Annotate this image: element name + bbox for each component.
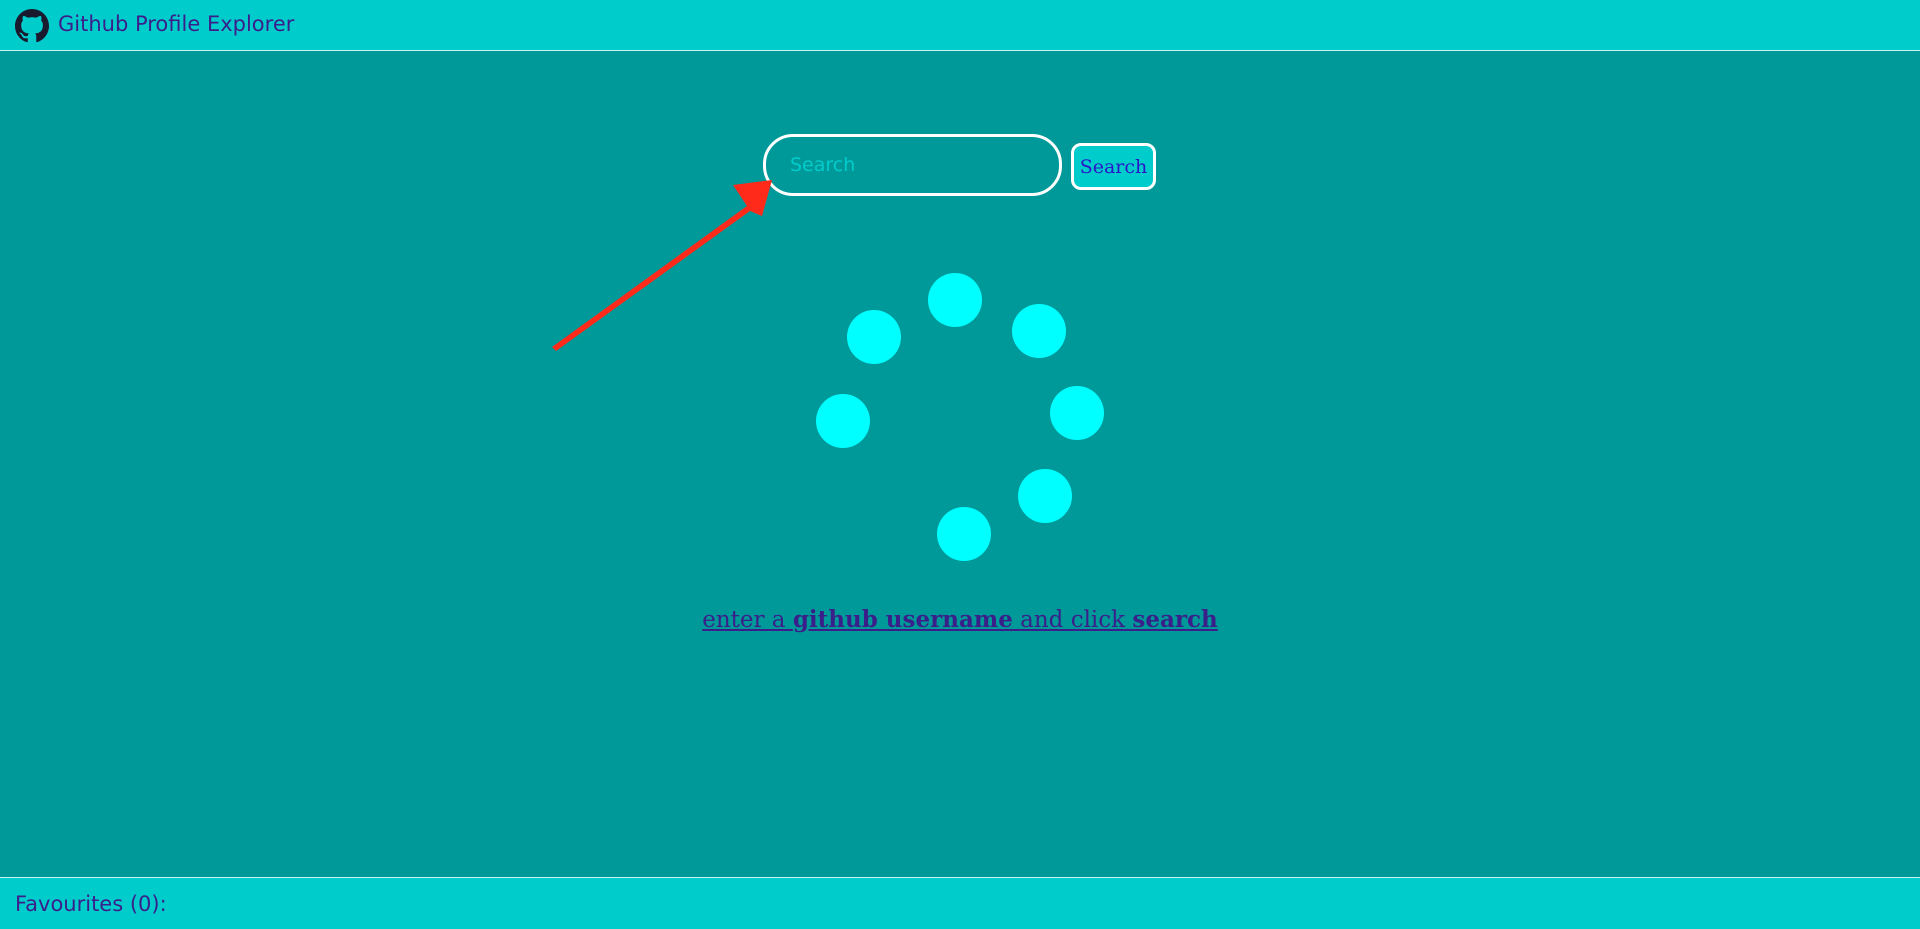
- hint-part1: enter a: [702, 607, 793, 633]
- top-bar: Github Profile Explorer: [0, 0, 1920, 51]
- github-octocat-icon[interactable]: [15, 9, 49, 43]
- search-button[interactable]: Search: [1071, 143, 1156, 190]
- hint-search: search: [1132, 606, 1218, 633]
- spinner-dot: [816, 394, 870, 448]
- spinner-dot: [937, 507, 991, 561]
- spinner-dot: [928, 273, 982, 327]
- instruction-link[interactable]: enter a github username and click search: [702, 606, 1218, 633]
- spinner-dot: [1012, 304, 1066, 358]
- hint-username: github username: [792, 606, 1013, 633]
- spinner-dot: [847, 310, 901, 364]
- red-arrow-icon: [552, 180, 772, 351]
- spinner-dot: [1018, 469, 1072, 523]
- spinner-dot: [1050, 386, 1104, 440]
- hint-part2: and click: [1012, 607, 1133, 633]
- app-title: Github Profile Explorer: [58, 12, 295, 36]
- favourites-label: Favourites (0):: [15, 892, 167, 916]
- favourites-bar: Favourites (0):: [0, 877, 1920, 929]
- instruction-text: enter a github username and click search: [0, 606, 1920, 633]
- search-input[interactable]: [763, 134, 1062, 196]
